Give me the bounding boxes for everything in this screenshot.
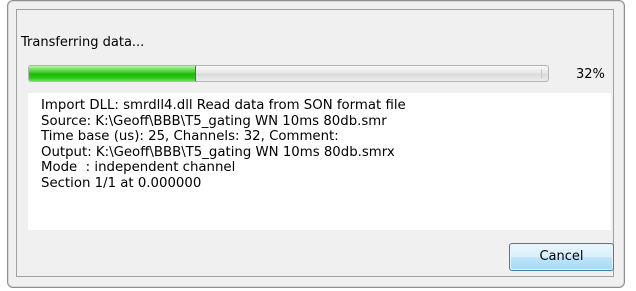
log-line: Import DLL: smrdll4.dll Read data from S… (41, 98, 406, 113)
cancel-button[interactable]: Cancel (509, 243, 614, 271)
log-output: Import DLL: smrdll4.dll Read data from S… (28, 93, 611, 230)
status-text: Transferring data... (21, 35, 145, 50)
log-line: Section 1/1 at 0.000000 (41, 175, 202, 191)
log-line: Source: K:\Geoff\BBB\T5_gating WN 10ms 8… (41, 113, 387, 129)
progress-bar-end-marker (541, 69, 545, 78)
progress-bar (28, 65, 549, 82)
progress-percent: 32% (576, 67, 605, 82)
log-line: Time base (us): 25, Channels: 32, Commen… (41, 129, 339, 145)
progress-bar-fill (29, 66, 197, 81)
log-line: Mode : independent channel (41, 160, 236, 176)
log-line: Output: K:\Geoff\BBB\T5_gating WN 10ms 8… (41, 144, 395, 160)
